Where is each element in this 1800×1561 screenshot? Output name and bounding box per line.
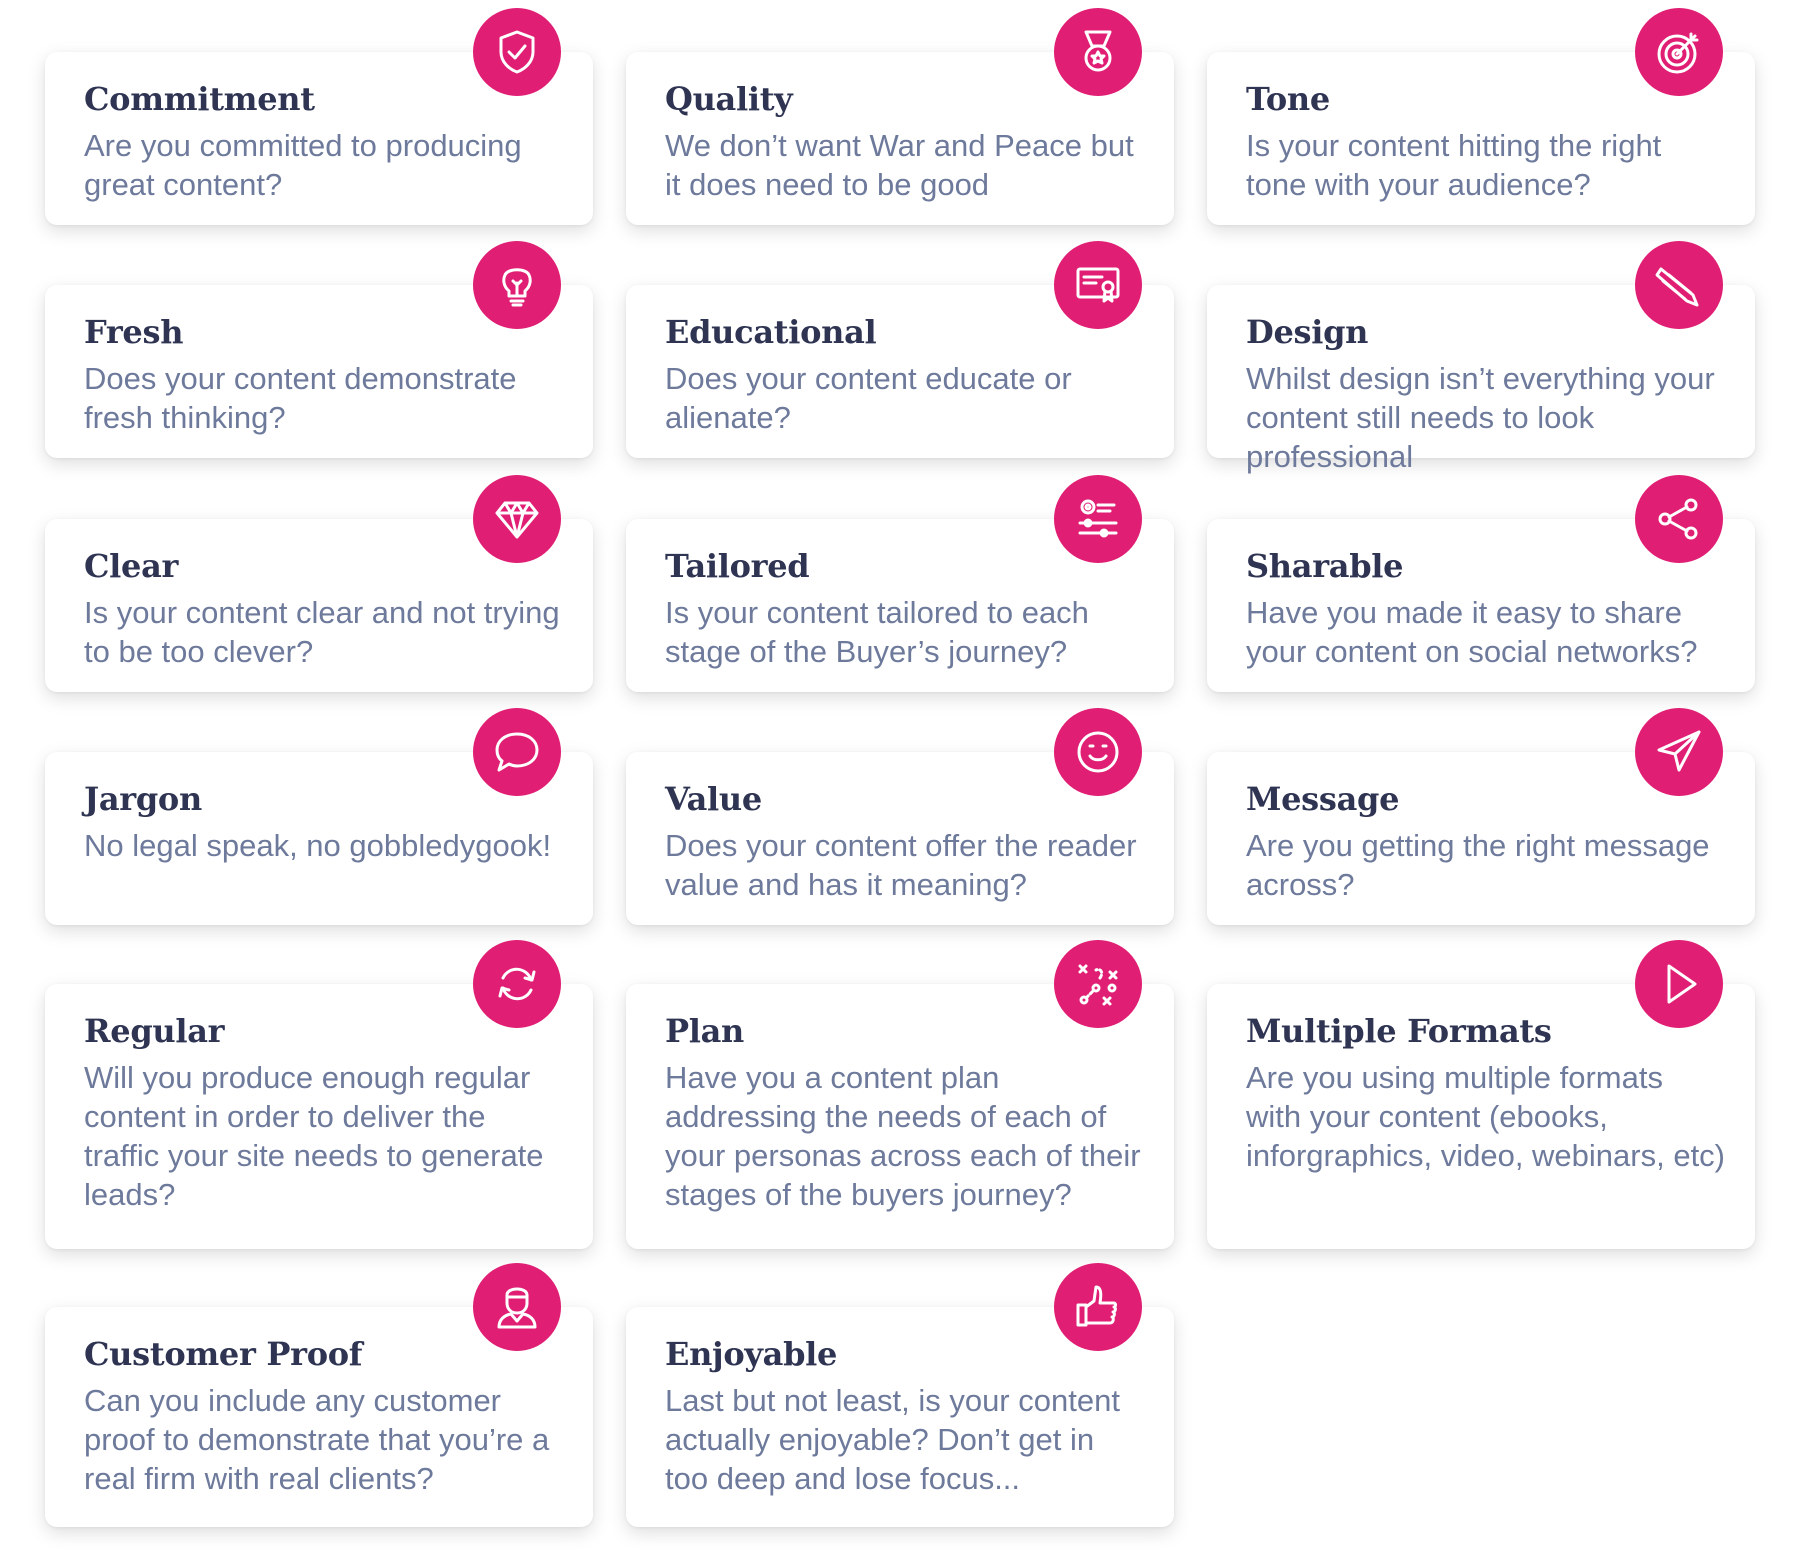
card-description: Are you committed to producing great con… bbox=[84, 128, 522, 202]
card-description: Does your content offer the reader value… bbox=[665, 828, 1137, 902]
card-tone: Tone Is your content hitting the right t… bbox=[1207, 8, 1755, 225]
refresh-icon bbox=[473, 940, 561, 1028]
card-value: Value Does your content offer the reader… bbox=[626, 708, 1174, 925]
card-design: Design Whilst design isn’t everything yo… bbox=[1207, 241, 1755, 474]
card-tailored: Tailored Is your content tailored to eac… bbox=[626, 475, 1174, 692]
card-description: Have you made it easy to share your cont… bbox=[1246, 595, 1698, 669]
card-quality: Quality We don’t want War and Peace but … bbox=[626, 8, 1174, 225]
card-jargon: Jargon No legal speak, no gobbledygook! bbox=[45, 708, 593, 925]
card-regular: Regular Will you produce enough regular … bbox=[45, 940, 593, 1249]
paper-plane-icon bbox=[1635, 708, 1723, 796]
card-clear: Clear Is your content clear and not tryi… bbox=[45, 475, 593, 692]
certificate-icon bbox=[1054, 241, 1142, 329]
medal-icon bbox=[1054, 8, 1142, 96]
share-icon bbox=[1635, 475, 1723, 563]
customer-icon bbox=[473, 1263, 561, 1351]
pencil-icon bbox=[1635, 241, 1723, 329]
thumbs-up-icon bbox=[1054, 1263, 1142, 1351]
gear-process-icon bbox=[1054, 475, 1142, 563]
speech-bubble-icon bbox=[473, 708, 561, 796]
shield-check-icon bbox=[473, 8, 561, 96]
lightbulb-icon bbox=[473, 241, 561, 329]
play-icon bbox=[1635, 940, 1723, 1028]
card-description: Is your content tailored to each stage o… bbox=[665, 595, 1089, 669]
card-description: Whilst design isn’t everything your cont… bbox=[1246, 361, 1715, 474]
card-description: Are you using multiple formats with your… bbox=[1246, 1060, 1726, 1173]
card-plan: Plan Have you a content plan addressing … bbox=[626, 940, 1174, 1249]
card-sharable: Sharable Have you made it easy to share … bbox=[1207, 475, 1755, 692]
smiley-icon bbox=[1054, 708, 1142, 796]
card-educational: Educational Does your content educate or… bbox=[626, 241, 1174, 458]
card-fresh: Fresh Does your content demonstrate fres… bbox=[45, 241, 593, 458]
card-commitment: Commitment Are you committed to producin… bbox=[45, 8, 593, 225]
card-description: We don’t want War and Peace but it does … bbox=[665, 128, 1134, 202]
card-description: No legal speak, no gobbledygook! bbox=[84, 828, 552, 863]
card-description: Last but not least, is your content actu… bbox=[665, 1383, 1120, 1496]
card-description: Is your content hitting the right tone w… bbox=[1246, 128, 1662, 202]
card-description: Does your content educate or alienate? bbox=[665, 361, 1072, 435]
card-description: Are you getting the right message across… bbox=[1246, 828, 1710, 902]
card-enjoyable: Enjoyable Last but not least, is your co… bbox=[626, 1263, 1174, 1527]
diamond-icon bbox=[473, 475, 561, 563]
card-customer-proof: Customer Proof Can you include any custo… bbox=[45, 1263, 593, 1527]
card-message: Message Are you getting the right messag… bbox=[1207, 708, 1755, 925]
card-description: Have you a content plan addressing the n… bbox=[665, 1060, 1141, 1212]
card-description: Does your content demonstrate fresh thin… bbox=[84, 361, 517, 435]
card-description: Can you include any customer proof to de… bbox=[84, 1383, 550, 1496]
card-description: Is your content clear and not trying to … bbox=[84, 595, 560, 669]
card-description: Will you produce enough regular content … bbox=[84, 1060, 544, 1212]
card-multiple-formats: Multiple Formats Are you using multiple … bbox=[1207, 940, 1755, 1249]
target-icon bbox=[1635, 8, 1723, 96]
strategy-icon bbox=[1054, 940, 1142, 1028]
